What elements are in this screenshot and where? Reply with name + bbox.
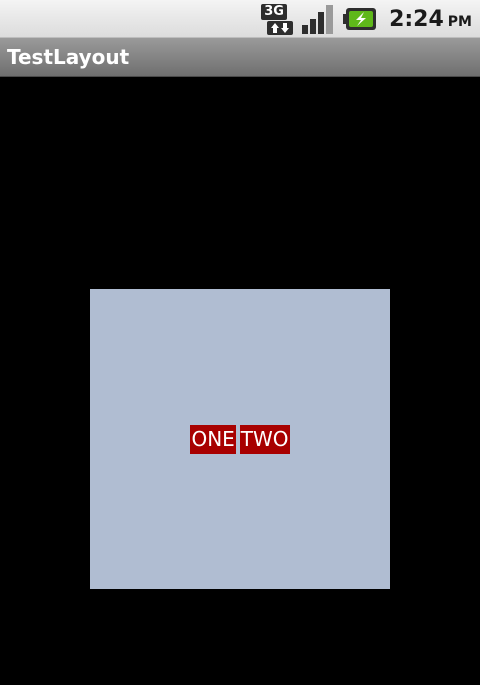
- 3g-data-icon: 3G: [261, 3, 294, 35]
- signal-icon: [302, 5, 334, 34]
- battery-charging-icon: [343, 8, 377, 30]
- clock-time: 2:24: [389, 6, 444, 32]
- data-arrows-icon: [267, 21, 294, 35]
- label-two: TWO: [239, 424, 290, 454]
- label-row: ONE TWO: [190, 424, 290, 454]
- status-bar: 3G 2:24 PM: [0, 0, 480, 38]
- title-bar: TestLayout: [0, 38, 480, 77]
- content-area: ONE TWO: [0, 77, 480, 685]
- label-one: ONE: [190, 424, 236, 454]
- clock-ampm: PM: [447, 13, 472, 30]
- blue-square-layout: ONE TWO: [90, 289, 390, 589]
- phone-screen: 3G 2:24 PM TestLayout ONE TWO: [0, 0, 480, 685]
- app-title: TestLayout: [7, 45, 130, 69]
- status-icons: 3G 2:24 PM: [261, 0, 472, 38]
- network-type-label: 3G: [261, 4, 288, 20]
- status-clock: 2:24 PM: [389, 7, 472, 32]
